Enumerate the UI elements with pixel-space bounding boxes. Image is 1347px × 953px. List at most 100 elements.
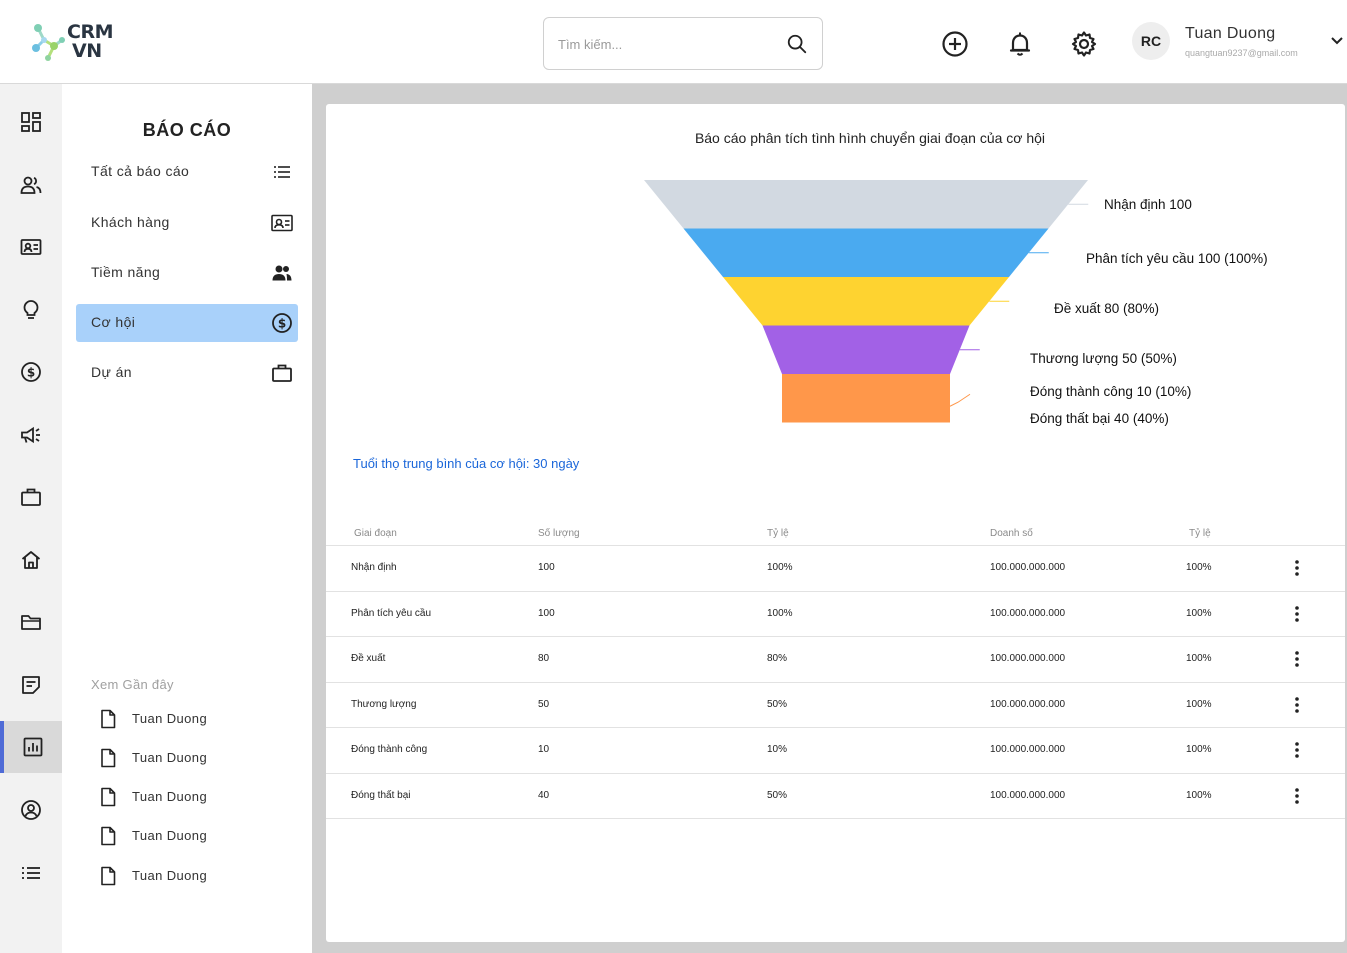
col-header-rate[interactable]: Tỷ lệ xyxy=(767,528,789,539)
icon-rail: $ xyxy=(0,84,62,953)
more-options-icon[interactable] xyxy=(1292,558,1302,578)
more-options-icon[interactable] xyxy=(1292,604,1302,624)
list-icon xyxy=(22,867,40,879)
rail-dashboard[interactable] xyxy=(0,96,62,148)
funnel-label: Phân tích yêu cầu 100 (100%) xyxy=(1086,251,1268,266)
recent-item-label: Tuan Duong xyxy=(132,711,208,726)
user-name[interactable]: Tuan Duong xyxy=(1185,25,1275,43)
recent-item-label: Tuan Duong xyxy=(132,828,208,843)
avatar[interactable]: RC xyxy=(1132,22,1170,60)
logo-molecule-icon xyxy=(32,24,65,61)
funnel-label: Thương lượng 50 (50%) xyxy=(1030,351,1177,366)
more-options-icon[interactable] xyxy=(1292,740,1302,760)
rail-leads[interactable] xyxy=(0,284,62,336)
table-row[interactable]: Nhận định 100 100% 100.000.000.000 100% xyxy=(326,546,1345,592)
reports-panel: BÁO CÁO Tất cả báo cáo Khách hàng Tiềm n… xyxy=(62,84,312,953)
rail-profile[interactable] xyxy=(0,784,62,836)
brand-line2: VN xyxy=(72,40,102,62)
table-cell: 100% xyxy=(1186,789,1212,801)
average-life-link[interactable]: Tuổi thọ trung bình của cơ hội: 30 ngày xyxy=(353,456,579,471)
table-cell: 100% xyxy=(1186,698,1212,710)
col-header-revenue[interactable]: Doanh số xyxy=(990,528,1033,539)
more-options-icon[interactable] xyxy=(1292,695,1302,715)
funnel-segment[interactable] xyxy=(723,277,1009,326)
rail-users[interactable] xyxy=(0,159,62,211)
chevron-down-icon[interactable] xyxy=(1330,35,1344,47)
col-header-revenue-rate[interactable]: Tỷ lệ xyxy=(1189,528,1211,539)
table-cell: Đề xuất xyxy=(351,653,386,664)
rail-folders[interactable] xyxy=(0,596,62,648)
note-icon xyxy=(22,676,40,694)
funnel-segment[interactable] xyxy=(683,228,1049,278)
svg-text:$: $ xyxy=(278,317,286,331)
recent-title: Xem Gần đây xyxy=(91,677,174,692)
col-header-count[interactable]: Số lượng xyxy=(538,528,580,539)
funnel-segment[interactable] xyxy=(782,374,950,423)
table-cell: 100.000.000.000 xyxy=(990,653,1066,664)
bell-icon[interactable] xyxy=(1006,30,1034,58)
user-circle-icon xyxy=(21,800,41,820)
users-icon xyxy=(272,265,292,281)
stage-table: Giai đoạn Số lượng Tỷ lệ Doanh số Tỷ lệ … xyxy=(326,522,1345,819)
search-input[interactable] xyxy=(558,32,778,56)
home-icon xyxy=(21,551,41,569)
funnel-label: Nhận định 100 xyxy=(1104,197,1192,212)
rail-opportunities[interactable]: $ xyxy=(0,346,62,398)
brand-logo[interactable]: CRM VN xyxy=(30,20,113,64)
table-row[interactable]: Phân tích yêu cầu 100 100% 100.000.000.000 1… xyxy=(326,592,1345,637)
dollar-icon: $ xyxy=(21,362,41,382)
rail-home[interactable] xyxy=(0,534,62,586)
table-row[interactable]: Thương lượng 50 50% 100.000.000.000 100% xyxy=(326,683,1345,728)
search-box[interactable] xyxy=(543,17,823,70)
table-cell: 50 xyxy=(538,698,550,710)
recent-item[interactable]: Tuan Duong xyxy=(98,824,298,848)
table-cell: Phân tích yêu cầu xyxy=(351,607,432,619)
table-cell: Nhận định xyxy=(351,562,397,573)
table-row[interactable]: Đề xuất 80 80% 100.000.000.000 100% xyxy=(326,637,1345,683)
rail-notes[interactable] xyxy=(0,659,62,711)
funnel-segment[interactable] xyxy=(644,180,1088,229)
table-cell: 100.000.000.000 xyxy=(990,698,1066,710)
rail-campaigns[interactable] xyxy=(0,409,62,461)
menu-item-all-reports[interactable]: Tất cả báo cáo xyxy=(76,153,298,191)
document-icon xyxy=(101,709,116,729)
recent-item[interactable]: Tuan Duong xyxy=(98,746,298,770)
megaphone-icon xyxy=(21,426,40,444)
col-header-stage[interactable]: Giai đoạn xyxy=(354,528,397,539)
recent-item[interactable]: Tuan Duong xyxy=(98,864,298,888)
rail-projects[interactable] xyxy=(0,471,62,523)
menu-item-label: Khách hàng xyxy=(91,214,170,230)
rail-reports[interactable] xyxy=(0,721,62,773)
table-cell: 100% xyxy=(1186,607,1212,619)
add-circle-icon[interactable] xyxy=(941,30,969,58)
rail-list[interactable] xyxy=(0,847,62,899)
rail-contacts[interactable] xyxy=(0,221,62,273)
more-options-icon[interactable] xyxy=(1292,649,1302,669)
table-cell: 40 xyxy=(538,789,550,801)
recent-item[interactable]: Tuan Duong xyxy=(98,707,298,731)
table-cell: 80% xyxy=(767,653,788,664)
table-row[interactable]: Đóng thất bại 40 50% 100.000.000.000 100% xyxy=(326,774,1345,819)
recent-item-label: Tuan Duong xyxy=(132,789,208,804)
contact-card-icon xyxy=(20,239,42,255)
table-cell: 80 xyxy=(538,653,550,664)
menu-item-projects[interactable]: Dự án xyxy=(76,354,298,392)
table-row[interactable]: Đóng thành công 10 10% 100.000.000.000 100% xyxy=(326,728,1345,774)
recent-item[interactable]: Tuan Duong xyxy=(98,785,298,809)
briefcase-icon xyxy=(21,488,41,506)
user-email: quangtuan9237@gmail.com xyxy=(1185,48,1298,58)
briefcase-icon xyxy=(272,364,292,382)
table-cell: 100.000.000.000 xyxy=(990,789,1066,801)
menu-item-customers[interactable]: Khách hàng xyxy=(76,204,298,242)
funnel-segment[interactable] xyxy=(762,325,970,375)
gear-icon[interactable] xyxy=(1070,30,1098,58)
brand-name: CRM VN xyxy=(67,23,113,61)
search-icon[interactable] xyxy=(786,33,808,55)
document-icon xyxy=(101,787,116,807)
table-cell: 10 xyxy=(538,744,550,755)
menu-item-opportunities[interactable]: Cơ hội $ xyxy=(76,304,298,342)
table-cell: Đóng thất bại xyxy=(351,789,411,801)
more-options-icon[interactable] xyxy=(1292,786,1302,806)
table-cell: 100% xyxy=(1186,744,1212,755)
menu-item-leads[interactable]: Tiềm năng xyxy=(76,254,298,292)
